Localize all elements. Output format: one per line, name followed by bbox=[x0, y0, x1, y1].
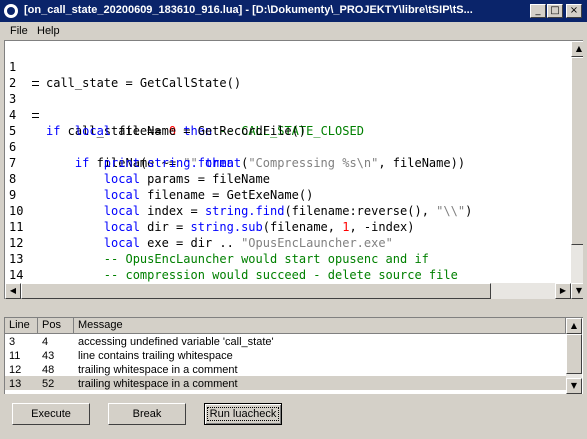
scroll-left-icon[interactable]: ◀ bbox=[5, 283, 21, 299]
code-line: 9 local index = string.find(filename:rev… bbox=[9, 188, 473, 218]
scrollbar-thumb[interactable] bbox=[566, 334, 582, 374]
code-line: 4 local fileName = GetRecordFile() bbox=[9, 108, 307, 138]
editor-vertical-scrollbar[interactable]: ▲ ▼ bbox=[571, 41, 583, 299]
run-luacheck-button[interactable]: Run luacheck bbox=[204, 403, 282, 425]
fold-icon[interactable] bbox=[32, 113, 39, 118]
column-header-pos[interactable]: Pos bbox=[38, 318, 74, 334]
cell-pos: 52 bbox=[42, 378, 55, 390]
pane-splitter[interactable] bbox=[0, 299, 587, 317]
code-line: 8 local filename = GetExeName() bbox=[9, 172, 314, 202]
scroll-up-icon[interactable]: ▲ bbox=[571, 41, 583, 57]
fold-icon[interactable] bbox=[32, 81, 39, 86]
break-label: Break bbox=[132, 408, 162, 420]
cell-message: line contains trailing whitespace bbox=[78, 350, 233, 362]
maximize-button[interactable]: □ bbox=[547, 4, 563, 18]
code-line: 10 local dir = string.sub(filename, 1, -… bbox=[9, 204, 415, 234]
luacheck-messages-grid[interactable]: Line Pos Message 3 4 accessing undefined… bbox=[4, 317, 583, 394]
messages-vertical-scrollbar[interactable]: ▲ ▼ bbox=[566, 318, 582, 394]
menu-help[interactable]: Help bbox=[37, 25, 60, 37]
cell-message: trailing whitespace in a comment bbox=[78, 378, 238, 390]
code-line: 6 print(string.format("Compressing %s\n"… bbox=[9, 140, 466, 170]
code-line: 7 local params = fileName bbox=[9, 156, 270, 186]
execute-button[interactable]: Execute bbox=[12, 403, 90, 425]
code-line: 11 local exe = dir .. "OpusEncLauncher.e… bbox=[9, 220, 393, 250]
cell-pos: 43 bbox=[42, 350, 55, 362]
scroll-right-icon[interactable]: ▶ bbox=[555, 283, 571, 299]
window-title: [on_call_state_20200609_183610_916.lua] … bbox=[24, 4, 473, 16]
cell-line: 3 bbox=[9, 336, 16, 348]
code-line: 2 bbox=[5, 59, 34, 90]
title-bar[interactable]: [on_call_state_20200609_183610_916.lua] … bbox=[0, 0, 587, 22]
column-header-line[interactable]: Line bbox=[5, 318, 38, 334]
code-line: 15 else bbox=[5, 267, 34, 298]
cell-pos: 48 bbox=[42, 364, 55, 376]
code-line: 12 -- OpusEncLauncher would start opusen… bbox=[9, 236, 429, 266]
execute-label: Execute bbox=[31, 408, 71, 420]
scroll-up-icon[interactable]: ▲ bbox=[566, 318, 582, 334]
scroll-down-icon[interactable]: ▼ bbox=[571, 283, 583, 299]
column-header-message[interactable]: Message bbox=[74, 318, 566, 334]
code-line: 3 if call_state == 0 then -- CALL_STATE_… bbox=[5, 75, 364, 138]
code-line: 14 ShellExecute("open", exe, params, nil… bbox=[5, 251, 400, 298]
minimize-button[interactable]: _ bbox=[530, 4, 546, 18]
menu-file[interactable]: File bbox=[10, 25, 28, 37]
code-line: 13 -- compression would succeed - delete… bbox=[9, 252, 458, 282]
scrollbar-thumb[interactable] bbox=[571, 57, 583, 245]
cell-pos: 4 bbox=[42, 336, 49, 348]
code-line: 1 call_state = GetCallState() bbox=[9, 60, 242, 90]
menu-bar: File Help bbox=[0, 22, 587, 40]
cell-line: 13 bbox=[9, 378, 22, 390]
close-button[interactable]: × bbox=[566, 4, 582, 18]
cell-message: accessing undefined variable 'call_state… bbox=[78, 336, 274, 348]
code-editor[interactable]: 1 call_state = GetCallState() 2 3 if cal… bbox=[4, 40, 583, 299]
cell-line: 12 bbox=[9, 364, 22, 376]
scrollbar-thumb[interactable] bbox=[21, 283, 491, 299]
run-luacheck-label: Run luacheck bbox=[206, 407, 280, 421]
cell-line: 11 bbox=[9, 350, 21, 362]
code-line: 5 if fileName ~= "" then bbox=[5, 107, 234, 170]
scroll-down-icon[interactable]: ▼ bbox=[566, 378, 582, 394]
break-button[interactable]: Break bbox=[108, 403, 186, 425]
editor-horizontal-scrollbar[interactable]: ◀ ▶ bbox=[5, 283, 571, 299]
cell-message: trailing whitespace in a comment bbox=[78, 364, 238, 376]
app-icon[interactable] bbox=[4, 4, 18, 18]
